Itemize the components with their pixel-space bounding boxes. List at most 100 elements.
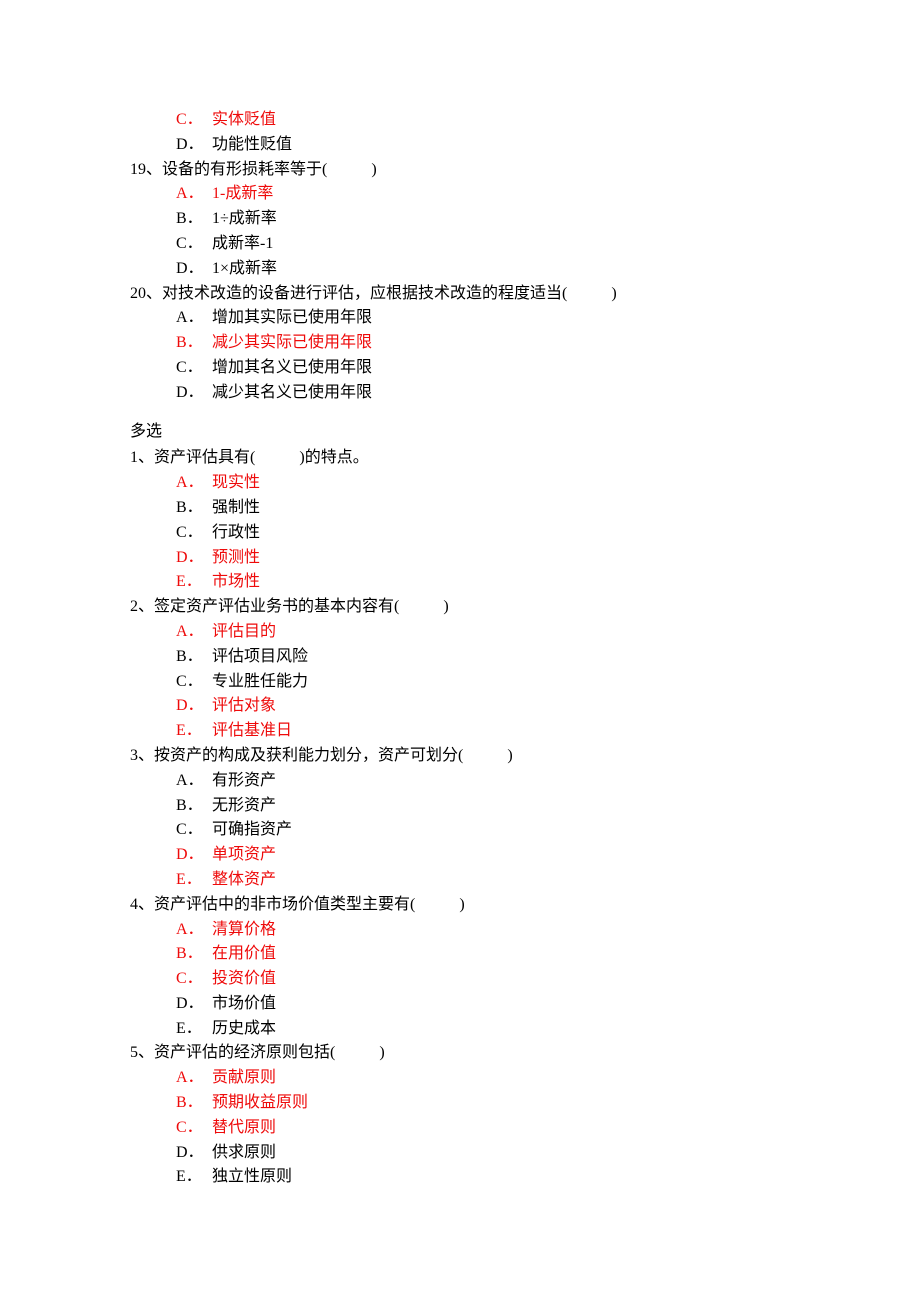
question-stem-after: ) — [371, 161, 376, 178]
option-label: B． — [176, 794, 212, 819]
option-line: B．评估项目风险 — [130, 645, 840, 670]
option-label: E． — [176, 570, 212, 595]
option-line: C．增加其名义已使用年限 — [130, 356, 840, 381]
option-text: 功能性贬值 — [212, 136, 292, 153]
option-line: A．评估目的 — [130, 620, 840, 645]
option-text: 预期收益原则 — [212, 1094, 308, 1111]
option-line: E．历史成本 — [130, 1017, 840, 1042]
option-line: C．专业胜任能力 — [130, 670, 840, 695]
option-label: A． — [176, 1066, 212, 1091]
option-text: 增加其实际已使用年限 — [212, 309, 372, 326]
option-line: E．独立性原则 — [130, 1165, 840, 1190]
option-line: C．实体贬值 — [130, 108, 840, 133]
option-label: D． — [176, 381, 212, 406]
option-text: 独立性原则 — [212, 1168, 292, 1185]
option-label: C． — [176, 818, 212, 843]
option-line: B．无形资产 — [130, 794, 840, 819]
option-text: 1-成新率 — [212, 185, 273, 202]
option-line: C．成新率-1 — [130, 232, 840, 257]
option-label: E． — [176, 719, 212, 744]
question-stem: 19、设备的有形损耗率等于() — [130, 158, 840, 183]
option-label: E． — [176, 1017, 212, 1042]
question-number: 4、 — [130, 896, 154, 913]
option-line: E．市场性 — [130, 570, 840, 595]
option-text: 替代原则 — [212, 1119, 276, 1136]
option-label: D． — [176, 843, 212, 868]
option-text: 投资价值 — [212, 970, 276, 987]
option-label: C． — [176, 521, 212, 546]
question-number: 1、 — [130, 449, 154, 466]
option-text: 评估目的 — [212, 623, 276, 640]
option-text: 可确指资产 — [212, 821, 292, 838]
question-stem: 4、资产评估中的非市场价值类型主要有() — [130, 893, 840, 918]
option-text: 行政性 — [212, 524, 260, 541]
section-heading-multi: 多选 — [130, 420, 840, 445]
option-text: 贡献原则 — [212, 1069, 276, 1086]
option-label: D． — [176, 546, 212, 571]
option-line: D．预测性 — [130, 546, 840, 571]
question-stem-after: ) — [379, 1044, 384, 1061]
option-label: A． — [176, 306, 212, 331]
option-text: 评估项目风险 — [212, 648, 308, 665]
option-line: B．预期收益原则 — [130, 1091, 840, 1116]
option-label: C． — [176, 670, 212, 695]
pre-options-block: C．实体贬值D．功能性贬值 — [130, 108, 840, 158]
option-line: D．减少其名义已使用年限 — [130, 381, 840, 406]
option-label: B． — [176, 942, 212, 967]
option-label: A． — [176, 182, 212, 207]
option-label: C． — [176, 356, 212, 381]
option-line: D．功能性贬值 — [130, 133, 840, 158]
option-text: 评估对象 — [212, 697, 276, 714]
option-line: D．市场价值 — [130, 992, 840, 1017]
question-stem-after: ) — [611, 285, 616, 302]
option-label: A． — [176, 918, 212, 943]
question-number: 19、 — [130, 161, 162, 178]
option-text: 评估基准日 — [212, 722, 292, 739]
option-line: A．现实性 — [130, 471, 840, 496]
question-stem: 3、按资产的构成及获利能力划分，资产可划分() — [130, 744, 840, 769]
option-label: C． — [176, 108, 212, 133]
option-text: 供求原则 — [212, 1144, 276, 1161]
option-line: E．评估基准日 — [130, 719, 840, 744]
option-label: D． — [176, 1141, 212, 1166]
option-text: 1÷成新率 — [212, 210, 277, 227]
single-choice-block: 19、设备的有形损耗率等于()A．1-成新率B．1÷成新率C．成新率-1D．1×… — [130, 158, 840, 406]
option-line: A．贡献原则 — [130, 1066, 840, 1091]
option-text: 清算价格 — [212, 921, 276, 938]
option-text: 预测性 — [212, 549, 260, 566]
option-line: D．供求原则 — [130, 1141, 840, 1166]
option-label: B． — [176, 1091, 212, 1116]
option-text: 单项资产 — [212, 846, 276, 863]
option-label: A． — [176, 620, 212, 645]
option-label: E． — [176, 1165, 212, 1190]
option-text: 市场性 — [212, 573, 260, 590]
question-stem: 5、资产评估的经济原则包括() — [130, 1041, 840, 1066]
option-text: 强制性 — [212, 499, 260, 516]
option-line: C．投资价值 — [130, 967, 840, 992]
option-line: B．在用价值 — [130, 942, 840, 967]
question-number: 2、 — [130, 598, 154, 615]
option-label: B． — [176, 207, 212, 232]
option-line: C．行政性 — [130, 521, 840, 546]
option-text: 增加其名义已使用年限 — [212, 359, 372, 376]
question-stem-before: 按资产的构成及获利能力划分，资产可划分( — [154, 747, 463, 764]
option-text: 市场价值 — [212, 995, 276, 1012]
question-stem-after: ) — [507, 747, 512, 764]
question-stem-before: 资产评估中的非市场价值类型主要有( — [154, 896, 415, 913]
option-line: D．1×成新率 — [130, 257, 840, 282]
question-number: 20、 — [130, 285, 162, 302]
question-stem-after: ) — [443, 598, 448, 615]
section-heading-text: 多选 — [130, 423, 162, 440]
option-text: 历史成本 — [212, 1020, 276, 1037]
option-text: 实体贬值 — [212, 111, 276, 128]
question-stem-before: 设备的有形损耗率等于( — [162, 161, 327, 178]
question-stem-before: 签定资产评估业务书的基本内容有( — [154, 598, 399, 615]
option-label: D． — [176, 694, 212, 719]
question-number: 3、 — [130, 747, 154, 764]
option-text: 在用价值 — [212, 945, 276, 962]
question-stem: 2、签定资产评估业务书的基本内容有() — [130, 595, 840, 620]
question-stem-after: )的特点。 — [299, 449, 368, 466]
option-label: B． — [176, 331, 212, 356]
option-label: A． — [176, 769, 212, 794]
option-label: B． — [176, 496, 212, 521]
